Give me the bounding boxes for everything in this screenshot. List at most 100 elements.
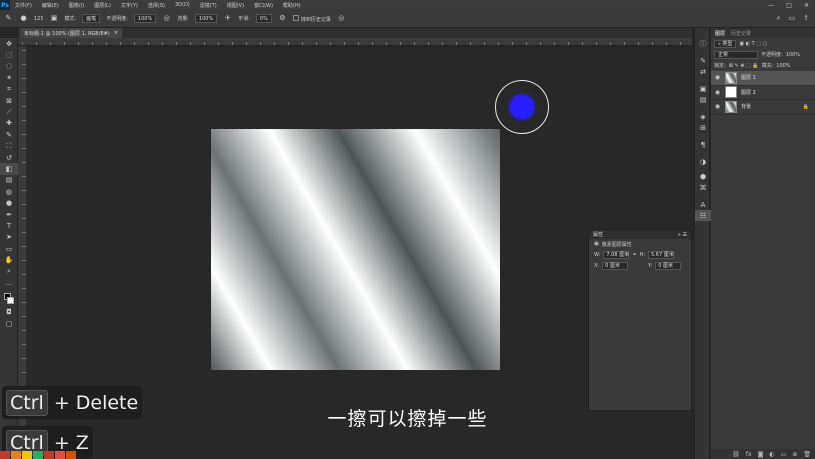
filter-icons[interactable]: ▣ ◐ T ⬚ ▢ xyxy=(739,41,767,47)
layer-row-2[interactable]: ◉ 图层 2 xyxy=(711,86,815,100)
menu-filter[interactable]: 滤镜(T) xyxy=(195,2,222,9)
menu-3d[interactable]: 3D(D) xyxy=(170,2,195,8)
close-button[interactable]: ✕ xyxy=(804,2,809,9)
background-color-swatch[interactable] xyxy=(7,297,14,304)
layer-filter-select[interactable]: ⌕ 类型 xyxy=(714,39,737,48)
erase-history-checkbox[interactable]: 抹到历史记录 xyxy=(292,14,331,23)
adjustment-icon[interactable]: ◐ xyxy=(769,451,774,458)
grid-panel-icon[interactable]: ⊞ xyxy=(695,122,711,133)
document-canvas[interactable] xyxy=(211,129,500,370)
type-tool-icon[interactable]: T xyxy=(0,220,18,231)
menu-select[interactable]: 选择(S) xyxy=(143,2,170,9)
marquee-tool-icon[interactable]: ⬚ xyxy=(0,49,18,60)
smooth-field[interactable]: 0% xyxy=(255,14,272,23)
swatches-panel-icon[interactable]: ⬢ xyxy=(695,171,711,182)
flow-field[interactable]: 100% xyxy=(194,14,218,23)
adjust-panel-icon[interactable]: ⇄ xyxy=(695,66,711,77)
gradient-tool-icon[interactable]: ▤ xyxy=(0,175,18,186)
frame-tool-icon[interactable]: ⊠ xyxy=(0,95,18,106)
mode-select[interactable]: 画笔 xyxy=(82,14,101,23)
workspace-icon[interactable]: ▭ xyxy=(789,14,796,23)
actions-panel-icon[interactable]: ⌘ xyxy=(695,182,711,193)
quick-mask-icon[interactable]: ◘ xyxy=(0,306,18,317)
3d-panel-icon[interactable]: ◈ xyxy=(695,111,711,122)
width-field[interactable]: 7.08 厘米 xyxy=(603,250,630,259)
taskbar-icon[interactable] xyxy=(44,451,54,459)
menu-image[interactable]: 图像(I) xyxy=(64,2,89,9)
y-field[interactable]: 0 厘米 xyxy=(655,261,682,270)
color-panel-icon[interactable]: ◑ xyxy=(695,156,711,167)
eyedropper-tool-icon[interactable]: ⟋ xyxy=(0,106,18,117)
move-tool-icon[interactable]: ✥ xyxy=(0,38,18,49)
stamp-tool-icon[interactable]: ⛶ xyxy=(0,141,18,152)
document-tab-close-icon[interactable]: × xyxy=(114,30,118,36)
dodge-tool-icon[interactable]: ● xyxy=(0,197,18,208)
magic-wand-tool-icon[interactable]: ✶ xyxy=(0,72,18,83)
minimize-button[interactable]: — xyxy=(768,2,774,9)
screen-mode-icon[interactable]: ▢ xyxy=(0,318,18,329)
mask-icon[interactable]: ◙ xyxy=(758,451,764,458)
paragraph-panel-icon[interactable]: ¶ xyxy=(695,139,711,150)
clone-panel-icon[interactable]: ▣ xyxy=(695,83,711,94)
character-panel-icon[interactable]: A xyxy=(695,199,711,210)
taskbar-icon[interactable] xyxy=(0,451,10,459)
layer-opacity-value[interactable]: 100% xyxy=(786,52,800,58)
menu-file[interactable]: 文件(F) xyxy=(10,2,37,9)
menu-help[interactable]: 帮助(H) xyxy=(278,2,306,9)
crop-tool-icon[interactable]: ⌗ xyxy=(0,84,18,95)
brush-preset-icon[interactable]: ● xyxy=(19,14,28,23)
document-tab[interactable]: 未标题-1 @ 100% (图层 1, RGB/8#) × xyxy=(20,28,122,38)
smooth-settings-icon[interactable]: ⚙ xyxy=(278,14,287,23)
link-layers-icon[interactable]: ⛓ xyxy=(732,451,740,458)
delete-layer-icon[interactable]: 🗑 xyxy=(803,451,811,458)
blur-tool-icon[interactable]: ◍ xyxy=(0,186,18,197)
layer-row-1[interactable]: ◉ 图层 1 xyxy=(711,71,815,86)
panel-collapse-icon[interactable]: » ☰ xyxy=(678,232,687,238)
menu-edit[interactable]: 编辑(E) xyxy=(37,2,64,9)
pen-tool-icon[interactable]: ✒ xyxy=(0,209,18,220)
brush-settings-icon[interactable]: ▣ xyxy=(50,14,59,23)
visibility-eye-icon[interactable]: ◉ xyxy=(714,89,721,96)
layer-row-background[interactable]: ◉ 背景 🔒 xyxy=(711,100,815,115)
pressure-size-icon[interactable]: ◎ xyxy=(337,14,346,23)
menu-view[interactable]: 视图(V) xyxy=(222,2,249,9)
info-panel-icon[interactable]: ⓘ xyxy=(695,38,711,49)
x-field[interactable]: 0 厘米 xyxy=(602,261,629,270)
lasso-tool-icon[interactable]: ◌ xyxy=(0,61,18,72)
blend-mode-select[interactable]: 正常 xyxy=(714,50,758,59)
tab-history[interactable]: 历史记录 xyxy=(731,30,751,37)
eraser-tool-icon[interactable]: ◧ xyxy=(0,163,18,175)
lock-icons[interactable]: ⊠ ✎ ✥ ⬚ 🔒 xyxy=(729,63,759,69)
height-field[interactable]: 5.67 厘米 xyxy=(648,250,674,259)
taskbar-icon[interactable] xyxy=(66,451,76,459)
visibility-eye-icon[interactable]: ◉ xyxy=(714,74,721,81)
eraser-tool-icon[interactable]: ✎ xyxy=(4,14,13,23)
share-icon[interactable]: ⇪ xyxy=(803,14,809,23)
menu-layer[interactable]: 图层(L) xyxy=(89,2,116,9)
properties-panel-icon[interactable]: ☷ xyxy=(695,210,711,221)
tab-layers[interactable]: 图层 xyxy=(715,30,725,37)
more-tools-icon[interactable]: … xyxy=(0,277,18,288)
path-selection-tool-icon[interactable]: ➤ xyxy=(0,232,18,243)
search-icon[interactable]: ⌕ xyxy=(777,14,781,23)
taskbar-icon[interactable] xyxy=(22,451,32,459)
taskbar-icon[interactable] xyxy=(11,451,21,459)
taskbar-icon[interactable] xyxy=(55,451,65,459)
zoom-tool-icon[interactable]: ⌕ xyxy=(0,266,18,277)
healing-tool-icon[interactable]: ✚ xyxy=(0,118,18,129)
airbrush-icon[interactable]: ✈ xyxy=(223,14,232,23)
menu-window[interactable]: 窗口(W) xyxy=(249,2,278,9)
taskbar-icon[interactable] xyxy=(33,451,43,459)
opacity-field[interactable]: 100% xyxy=(133,14,157,23)
group-icon[interactable]: ▭ xyxy=(781,451,787,458)
maximize-button[interactable]: □ xyxy=(786,2,792,9)
fill-value[interactable]: 100% xyxy=(776,63,790,69)
fx-icon[interactable]: fx xyxy=(746,451,752,458)
hand-tool-icon[interactable]: ✋ xyxy=(0,254,18,265)
pressure-opacity-icon[interactable]: ◎ xyxy=(162,14,171,23)
brush-panel-icon[interactable]: ✎ xyxy=(695,55,711,66)
new-layer-icon[interactable]: ⊕ xyxy=(792,451,797,458)
visibility-eye-icon[interactable]: ◉ xyxy=(714,103,721,110)
history-brush-tool-icon[interactable]: ↺ xyxy=(0,152,18,163)
brush-tool-icon[interactable]: ✎ xyxy=(0,129,18,140)
